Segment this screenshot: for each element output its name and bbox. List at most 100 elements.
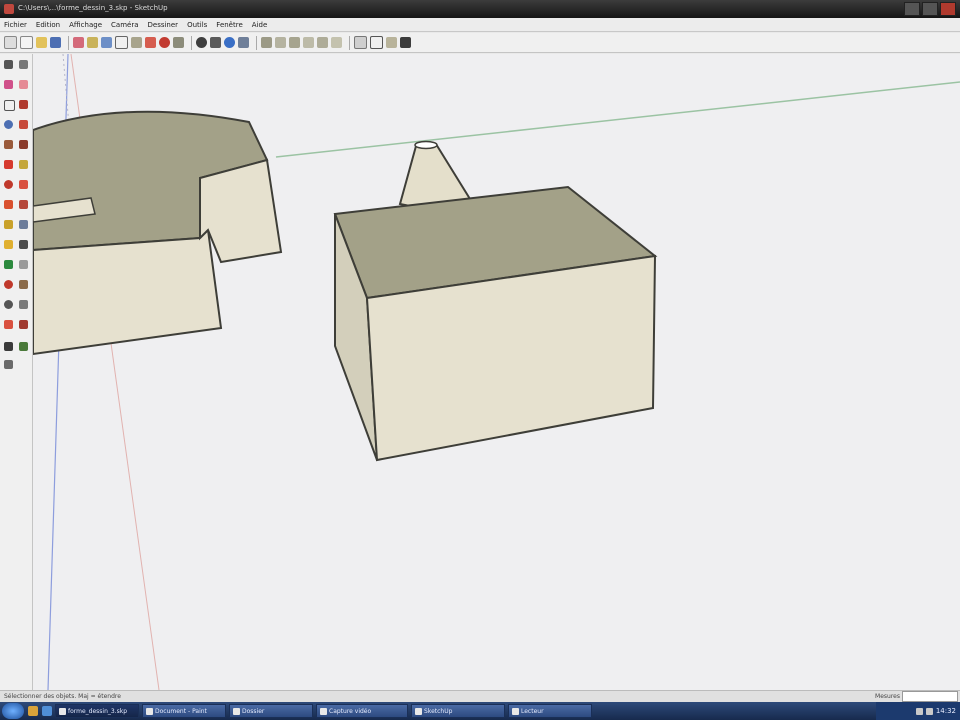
follow-me-tool-icon[interactable] [19,180,28,189]
rectangle-icon[interactable] [115,36,128,49]
paint-bucket-icon[interactable] [101,37,112,48]
drawing-viewport[interactable] [33,54,960,690]
green-axis-line [275,81,960,158]
menu-edit[interactable]: Edition [36,21,60,29]
shaded-style-icon[interactable] [386,37,397,48]
open-folder-icon[interactable] [36,37,47,48]
circle-tool-icon[interactable] [4,120,13,129]
menu-help[interactable]: Aide [252,21,267,29]
paint-tool-icon[interactable] [4,80,13,89]
line-tool-icon[interactable] [19,100,28,109]
protractor-tool-icon[interactable] [4,240,13,249]
move-icon[interactable] [145,37,156,48]
front-view-icon[interactable] [289,37,300,48]
left-view-icon[interactable] [331,37,342,48]
slab-object [33,110,283,356]
select-arrow-icon[interactable] [4,36,17,49]
eraser-tool-icon[interactable] [19,80,28,89]
move-tool-icon[interactable] [4,160,13,169]
3d-text-tool-icon[interactable] [19,260,28,269]
iso-view-icon[interactable] [261,37,272,48]
quick-launch-icon[interactable] [42,706,52,716]
taskbar-item[interactable]: Dossier [229,704,313,718]
polygon-tool-icon[interactable] [4,140,13,149]
menu-file[interactable]: Fichier [4,21,27,29]
tape-measure-icon[interactable] [87,37,98,48]
dimension-tool-icon[interactable] [19,220,28,229]
save-icon[interactable] [50,37,61,48]
cone-body [398,142,472,208]
menu-draw[interactable]: Dessiner [148,21,179,29]
window-title: C:\Users\...\forme_dessin_3.skp - Sketch… [18,4,168,12]
quick-launch-icon[interactable] [28,706,38,716]
eraser-icon[interactable] [73,37,84,48]
xray-style-icon[interactable] [354,36,367,49]
network-icon[interactable] [925,707,933,715]
component-tool-icon[interactable] [19,60,28,69]
freehand-tool-icon[interactable] [19,140,28,149]
look-around-tool-icon[interactable] [4,342,13,351]
menu-camera[interactable]: Caméra [111,21,138,29]
taskbar-item[interactable]: SketchUp [411,704,505,718]
select-tool-icon[interactable] [4,60,13,69]
wireframe-style-icon[interactable] [370,36,383,49]
walk-tool-icon[interactable] [19,320,28,329]
slab-notch-face [199,158,283,264]
taskbar-item[interactable]: Lecteur [508,704,592,718]
scale-tool-icon[interactable] [4,200,13,209]
rotate-icon[interactable] [159,37,170,48]
title-bar: C:\Users\...\forme_dessin_3.skp - Sketch… [0,0,960,18]
sandbox-tool-icon[interactable] [4,360,13,369]
cone-top [414,140,438,150]
back-view-icon[interactable] [317,37,328,48]
box-object [333,185,658,462]
section-plane-tool-icon[interactable] [19,342,28,351]
start-button[interactable] [2,703,24,719]
window-controls [904,2,956,16]
tray-clock[interactable]: 14:32 [936,707,956,715]
slab-front-face [33,227,223,356]
sketchup-app-icon [4,4,14,14]
minimize-button[interactable] [904,2,920,16]
zoom-tool-icon[interactable] [4,300,13,309]
menu-tools[interactable]: Outils [187,21,207,29]
textured-style-icon[interactable] [400,37,411,48]
new-file-icon[interactable] [20,36,33,49]
measurements-input[interactable] [902,691,958,702]
zoom-extents-icon[interactable] [238,37,249,48]
rectangle-tool-icon[interactable] [4,100,15,111]
toolbar-divider [68,35,69,50]
close-button[interactable] [940,2,956,16]
push-pull-icon[interactable] [131,37,142,48]
text-tool-icon[interactable] [19,240,28,249]
right-view-icon[interactable] [303,37,314,48]
offset-tool-icon[interactable] [19,200,28,209]
zoom-window-tool-icon[interactable] [19,300,28,309]
zoom-icon[interactable] [224,37,235,48]
taskbar-item[interactable]: Capture vidéo [316,704,408,718]
menu-bar: Fichier Edition Affichage Caméra Dessine… [0,18,960,32]
rotate-tool-icon[interactable] [4,180,13,189]
menu-view[interactable]: Affichage [69,21,102,29]
push-pull-tool-icon[interactable] [19,160,28,169]
pan-icon[interactable] [210,37,221,48]
maximize-button[interactable] [922,2,938,16]
left-tool-palette [0,54,33,690]
taskbar-item[interactable]: forme_dessin_3.skp [55,704,139,718]
toolbar-divider [256,35,257,50]
position-camera-tool-icon[interactable] [4,320,13,329]
orbit-tool-icon[interactable] [4,280,13,289]
arc-tool-icon[interactable] [19,120,28,129]
offset-icon[interactable] [173,37,184,48]
scene-canvas[interactable] [33,54,960,690]
top-view-icon[interactable] [275,37,286,48]
orbit-icon[interactable] [196,37,207,48]
volume-icon[interactable] [915,707,923,715]
pan-tool-icon[interactable] [19,280,28,289]
toolbar-divider [191,35,192,50]
axes-tool-icon[interactable] [4,260,13,269]
toolbar-divider [349,35,350,50]
menu-window[interactable]: Fenêtre [216,21,242,29]
taskbar-item[interactable]: Document - Paint [142,704,226,718]
tape-measure-tool-icon[interactable] [4,220,13,229]
